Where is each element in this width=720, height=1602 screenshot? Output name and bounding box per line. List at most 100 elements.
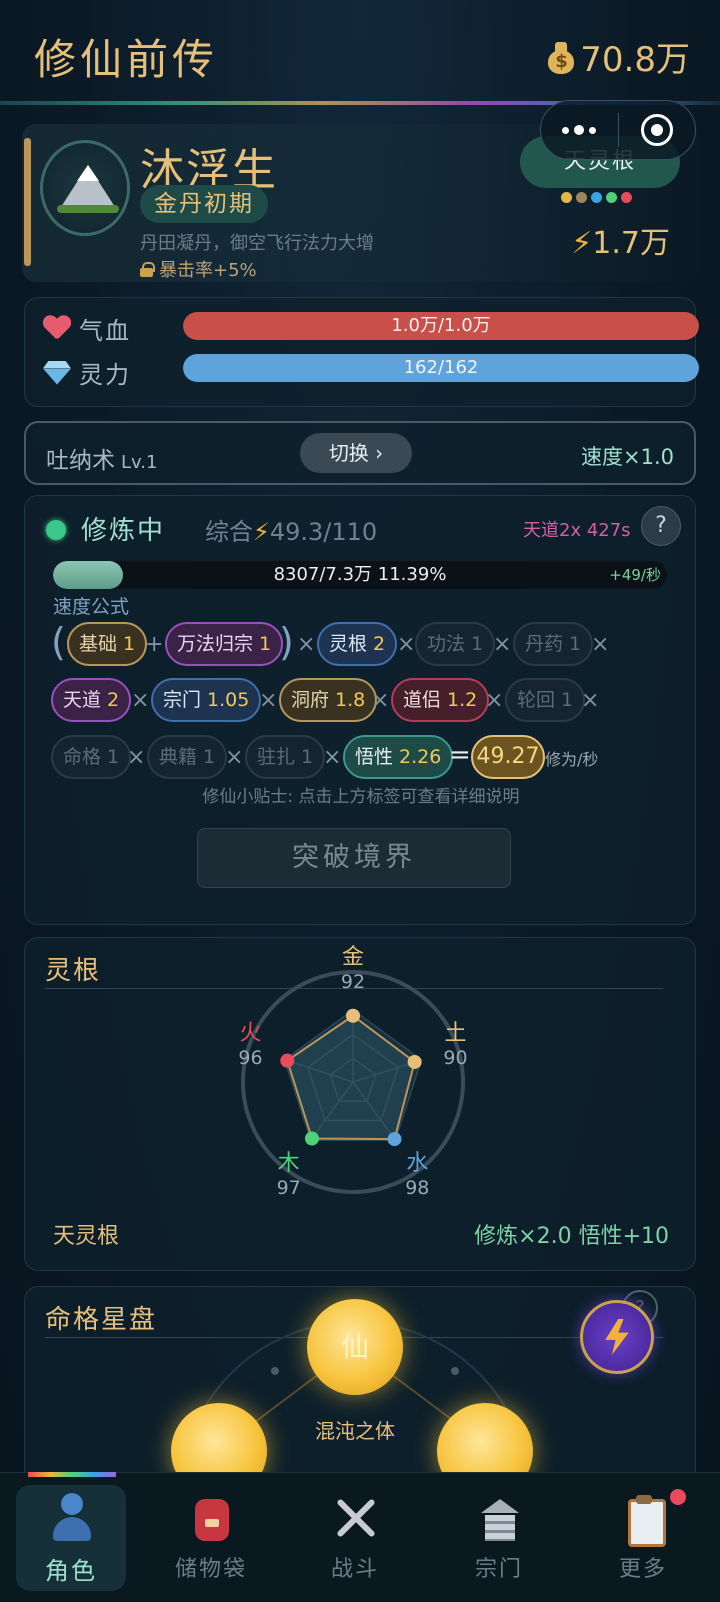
factor-name: 基础: [79, 633, 118, 655]
tab-battle[interactable]: 战斗: [300, 1485, 410, 1591]
quick-action-button[interactable]: [580, 1300, 654, 1374]
factor-value: 2: [373, 633, 386, 655]
radar-point-3: [304, 1131, 319, 1146]
factor-chip-zhuzha[interactable]: 驻扎 1: [245, 735, 326, 779]
bottom-tab-bar: 角色 储物袋 战斗 宗门 更多: [0, 1472, 720, 1602]
factor-chip-danyao[interactable]: 丹药 1: [513, 622, 594, 666]
element-dot: [576, 192, 587, 203]
hp-bar: 1.0万/1.0万: [183, 312, 699, 340]
clipboard-icon: [623, 1493, 666, 1547]
mp-bar: 162/162: [183, 354, 699, 382]
technique-bar: 吐纳术 Lv.1 切换 › 速度×1.0: [24, 421, 696, 485]
radar-element-name: 火: [240, 1021, 262, 1046]
overall-label: 综合: [205, 518, 253, 546]
tab-label: 角色: [45, 1557, 97, 1585]
factor-chip-wuxing[interactable]: 悟性 2.26: [343, 735, 454, 779]
cultivation-rate: +49/秒: [609, 566, 661, 584]
element-dot: [591, 192, 602, 203]
tab-character[interactable]: 角色: [16, 1485, 126, 1591]
spirit-root-panel: 灵根 金 92 土 90 水 98 木 97 火 96 天灵根 修炼×2.0 悟性+10: [24, 937, 696, 1271]
avatar[interactable]: [40, 140, 130, 236]
factor-chip-dianji[interactable]: 典籍 1: [147, 735, 228, 779]
factor-chip-wanfa[interactable]: 万法归宗 1: [165, 622, 284, 666]
formula-rparen: ): [279, 620, 294, 664]
cultivation-progress: 8307/7.3万 11.39% +49/秒: [53, 561, 667, 589]
tab-sect[interactable]: 宗门: [444, 1485, 554, 1591]
app-page: 修仙前传 70.8万 沐浮生 金丹初期 丹田凝丹，御空飞行法力大增 暴击率+5%…: [0, 0, 720, 1602]
radar-element-name: 土: [444, 1021, 466, 1046]
factor-name: 宗门: [163, 689, 202, 711]
op-plus: +: [145, 632, 164, 657]
dao-bonus-timer: 天道2x 427s: [523, 520, 631, 541]
factor-name: 驻扎: [257, 746, 296, 768]
factor-value: 2.26: [399, 746, 442, 768]
cultivation-status: 修炼中: [81, 516, 166, 546]
bolt-icon: [605, 1319, 629, 1355]
factor-chip-lingen[interactable]: 灵根 2: [317, 622, 398, 666]
factor-chip-tiandao[interactable]: 天道 2: [51, 678, 132, 722]
radar-point-4: [280, 1053, 295, 1068]
op-times: ×: [323, 745, 342, 770]
active-tab-indicator: [28, 1472, 116, 1477]
hp-text: 1.0万/1.0万: [391, 315, 491, 336]
op-times: ×: [581, 688, 600, 713]
hp-label: 气血: [79, 317, 131, 345]
factor-chip-mingge[interactable]: 命格 1: [51, 735, 132, 779]
factor-chip-base[interactable]: 基础 1: [67, 622, 148, 666]
tab-more[interactable]: 更多: [588, 1485, 698, 1591]
factor-chip-zongmen[interactable]: 宗门 1.05: [151, 678, 262, 722]
technique-level: Lv.1: [121, 452, 158, 473]
factor-value: 1: [301, 746, 314, 768]
breakthrough-button[interactable]: 突破境界: [197, 828, 511, 888]
factor-value: 1.05: [207, 689, 250, 711]
op-times: ×: [259, 688, 278, 713]
factor-name: 万法归宗: [177, 633, 254, 655]
technique-title: 吐纳术: [46, 448, 115, 474]
op-times: ×: [397, 632, 416, 657]
swords-icon: [335, 1493, 375, 1543]
factor-chip-lunhui[interactable]: 轮回 1: [505, 678, 586, 722]
money-bag-icon: [546, 40, 576, 74]
element-dot: [606, 192, 617, 203]
constitution-label: 混沌之体: [315, 1419, 395, 1443]
radar-element-name: 金: [342, 945, 364, 970]
technique-name: 吐纳术 Lv.1: [46, 441, 157, 475]
mountain-grass: [57, 205, 119, 213]
op-times: ×: [371, 688, 390, 713]
temple-icon: [479, 1493, 519, 1543]
op-times: ×: [493, 632, 512, 657]
radar-point-0: [346, 1008, 360, 1023]
help-button[interactable]: ?: [641, 506, 681, 546]
radar-value-polygon: [286, 1014, 416, 1141]
factor-name: 功法: [427, 633, 466, 655]
factor-chip-dongfu[interactable]: 洞府 1.8: [279, 678, 378, 722]
radar-element-name: 水: [406, 1151, 428, 1176]
crit-bonus-text: 暴击率+5%: [159, 260, 257, 281]
factor-value: 1: [123, 633, 136, 655]
gold-amount: 70.8万: [580, 40, 690, 80]
switch-technique-button[interactable]: 切换 ›: [300, 433, 412, 473]
element-dots: [561, 192, 632, 203]
heart-icon: [43, 316, 71, 342]
factor-name: 灵根: [329, 633, 368, 655]
factor-chip-daolv[interactable]: 道侣 1.2: [391, 678, 490, 722]
spirit-root-type: 天灵根: [53, 1224, 120, 1249]
backpack-icon: [191, 1493, 231, 1543]
factor-chip-gongfa[interactable]: 功法 1: [415, 622, 496, 666]
bolt-icon: ⚡: [253, 518, 270, 546]
cultivation-panel: 修炼中 综合⚡49.3/110 天道2x 427s ? 8307/7.3万 11…: [24, 495, 696, 925]
factor-value: 1: [203, 746, 216, 768]
op-equals: =: [449, 740, 471, 770]
star-orb-main[interactable]: 仙: [307, 1299, 403, 1395]
dots-icon: [562, 125, 597, 135]
realm-badge[interactable]: 金丹初期: [140, 185, 268, 223]
mp-text: 162/162: [403, 357, 479, 378]
cultivation-progress-text: 8307/7.3万 11.39%: [273, 564, 447, 585]
radar-point-1: [407, 1054, 422, 1069]
total-speed[interactable]: 49.27: [471, 735, 545, 779]
tab-inventory[interactable]: 储物袋: [156, 1485, 266, 1591]
element-dot: [561, 192, 572, 203]
more-button[interactable]: [541, 101, 618, 159]
close-button[interactable]: [619, 101, 696, 159]
technique-speed: 速度×1.0: [581, 445, 674, 469]
